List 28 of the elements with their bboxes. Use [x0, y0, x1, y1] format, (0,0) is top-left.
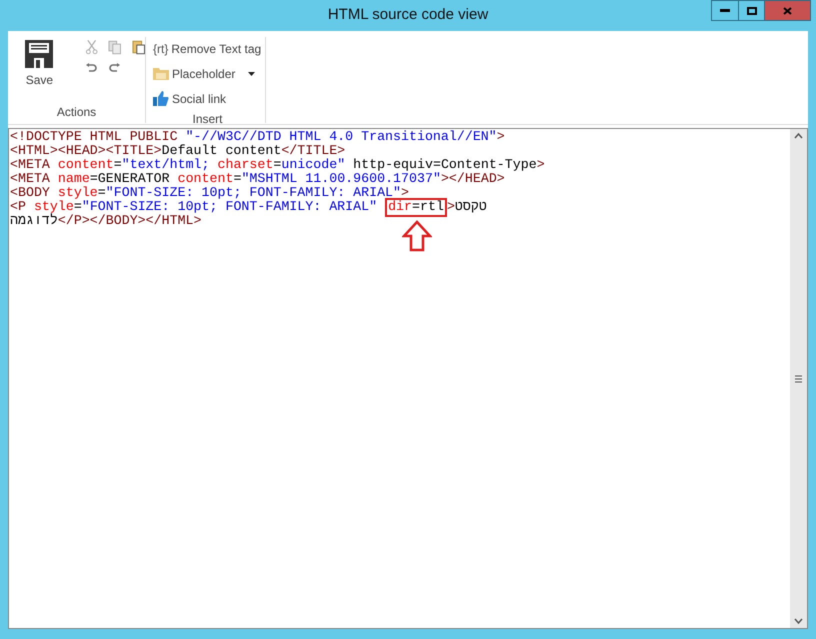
folder-icon: [153, 67, 169, 80]
code-text: <META content="text/html; charset=unicode" http-equiv=Content-Type>: [10, 158, 545, 172]
group-label: Insert: [191, 111, 224, 128]
close-icon: [783, 6, 792, 14]
highlighted-code-text: dir=rtl: [385, 198, 447, 217]
tag-icon: {rt}: [153, 40, 168, 58]
group-label: Actions: [56, 104, 98, 121]
scrollbar[interactable]: [790, 129, 807, 628]
grip-icon[interactable]: [794, 374, 803, 382]
paste-icon[interactable]: [132, 39, 145, 55]
undo-icon[interactable]: [85, 63, 98, 73]
save-button[interactable]: Save: [18, 37, 61, 103]
code-text: <P style="FONT-SIZE: 10pt; FONT-FAMILY: ARIAL": [10, 200, 378, 214]
thumbs-up-icon: [153, 91, 169, 106]
code-text: >טקסט: [446, 200, 487, 214]
redo-icon[interactable]: [108, 63, 121, 73]
up-arrow-icon: [402, 220, 432, 252]
placeholder-dropdown[interactable]: Placeholder: [150, 62, 265, 85]
caret-icon: [248, 72, 256, 76]
code-text: <BODY style="FONT-SIZE: 10pt; FONT-FAMILY: ARIAL">: [10, 186, 410, 200]
minimize-button[interactable]: [711, 0, 739, 21]
code-text: <HTML><HEAD><TITLE>Default content</TITLE>: [10, 144, 346, 158]
window-title: HTML source code view: [328, 5, 488, 26]
code-text: <META name=GENERATOR content="MSHTML 11.00.9600.17037"></HEAD>: [10, 172, 505, 186]
close-button[interactable]: [765, 0, 811, 21]
code-text: <!DOCTYPE HTML PUBLIC "-//W3C//DTD HTML 4.0 Transitional//EN">: [10, 130, 505, 144]
ribbon-button[interactable]: Social link: [150, 87, 265, 110]
ribbon-button[interactable]: {rt} Remove Text tag: [150, 37, 265, 60]
